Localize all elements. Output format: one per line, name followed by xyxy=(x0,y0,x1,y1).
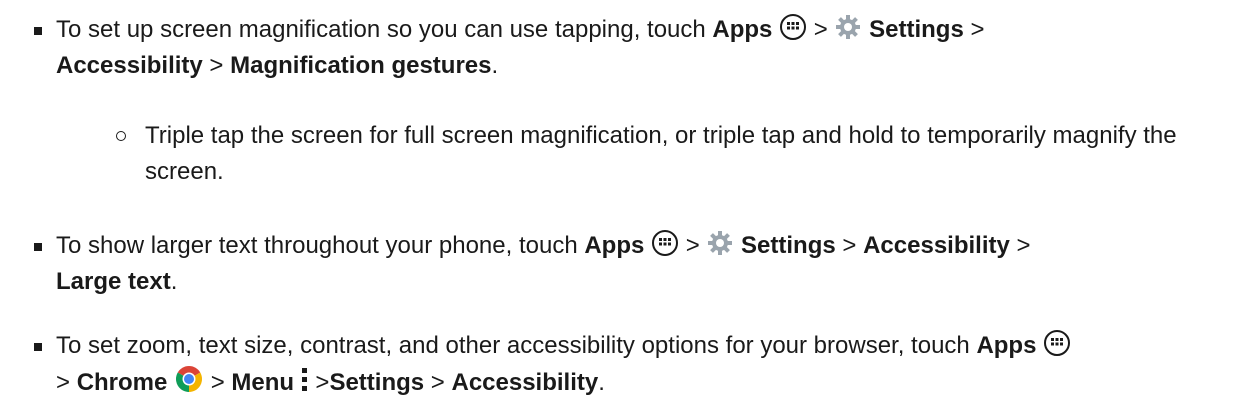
period: . xyxy=(170,268,178,295)
period: . xyxy=(598,369,605,396)
large-text-label: Large text xyxy=(56,268,171,295)
magnification-gestures-label: Magnification gestures xyxy=(230,52,492,79)
separator: > xyxy=(813,16,828,43)
separator: > xyxy=(56,369,71,396)
accessibility-label: Accessibility xyxy=(56,52,203,79)
separator: > xyxy=(970,16,985,43)
accessibility-label: Accessibility xyxy=(863,232,1010,259)
separator: > xyxy=(1016,232,1031,259)
settings-label: Settings xyxy=(869,16,964,43)
item-intro: To show larger text throughout your phon… xyxy=(56,232,578,259)
bullet-square-icon xyxy=(34,27,42,35)
separator: > xyxy=(842,232,857,259)
apps-icon xyxy=(651,229,679,257)
separator: > xyxy=(209,52,224,79)
apps-label: Apps xyxy=(976,332,1037,359)
bullet-item-browser-accessibility: To set zoom, text size, contrast, and ot… xyxy=(34,328,1231,401)
period: . xyxy=(491,52,499,79)
sub-item-triple-tap: Triple tap the screen for full screen ma… xyxy=(116,118,1205,190)
bullet-square-icon xyxy=(34,343,42,351)
bullet-square-icon xyxy=(34,243,42,251)
menu-icon xyxy=(301,366,309,394)
settings-label: Settings xyxy=(329,369,425,396)
separator: > xyxy=(685,232,700,259)
apps-icon xyxy=(779,13,807,41)
item-intro: To set zoom, text size, contrast, and ot… xyxy=(56,332,970,359)
chrome-label: Chrome xyxy=(76,369,168,396)
separator: > xyxy=(315,369,330,396)
gear-icon xyxy=(834,13,862,41)
accessibility-label: Accessibility xyxy=(451,369,599,396)
menu-label: Menu xyxy=(231,369,295,396)
gear-icon xyxy=(706,229,734,257)
bullet-item-magnification: To set up screen magnification so you ca… xyxy=(34,12,1231,84)
settings-label: Settings xyxy=(741,232,836,259)
apps-icon xyxy=(1043,329,1071,357)
apps-label: Apps xyxy=(584,232,645,259)
separator: > xyxy=(210,369,225,396)
apps-label: Apps xyxy=(712,16,773,43)
item-intro: To set up screen magnification so you ca… xyxy=(56,16,706,43)
bullet-item-large-text: To show larger text throughout your phon… xyxy=(34,228,1231,300)
separator: > xyxy=(430,369,445,396)
sub-item-text: Triple tap the screen for full screen ma… xyxy=(145,122,1177,185)
bullet-circle-icon xyxy=(116,131,126,141)
chrome-icon xyxy=(174,364,204,394)
